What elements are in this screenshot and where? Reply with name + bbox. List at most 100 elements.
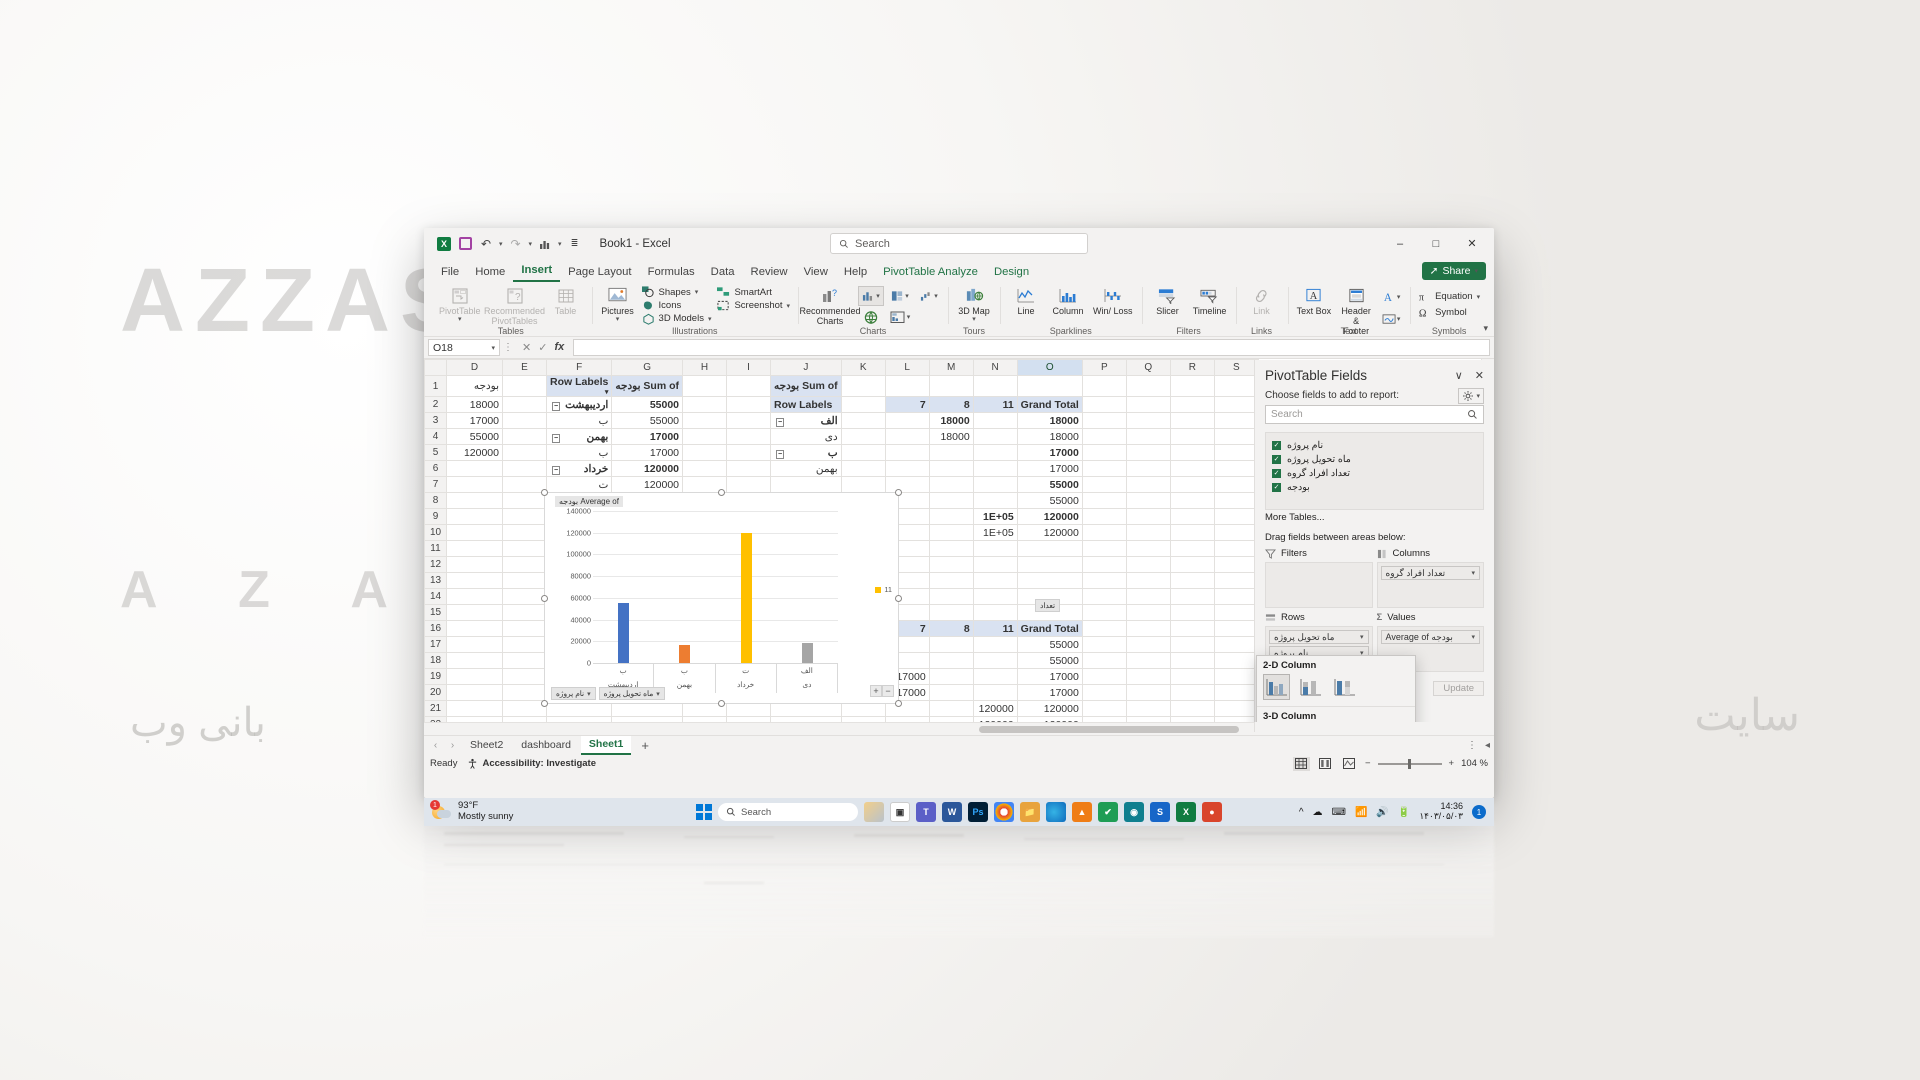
cell-G7[interactable]: 120000 [611,476,684,493]
row-header-5[interactable]: 5 [424,444,447,461]
resize-handle-w[interactable] [541,594,548,602]
cell-R6[interactable] [1169,460,1215,477]
cell-S20[interactable] [1213,684,1259,701]
taskbar-app-orange-icon[interactable]: ● [1202,802,1222,822]
pane-field-checkbox[interactable]: ✓ [1272,482,1281,492]
row-header-3[interactable]: 3 [424,412,447,429]
row-header-1[interactable]: 1 [424,375,447,397]
cell-R20[interactable] [1169,684,1215,701]
cell-R1[interactable] [1169,375,1215,397]
3d-models-button[interactable]: 3D Models ▾ [642,313,711,325]
slicer-button[interactable]: Slicer [1148,284,1188,316]
cell-D14[interactable] [446,588,503,605]
waterfall-chart-button[interactable]: ▾ [916,286,942,306]
cell-M2[interactable]: 8 [928,396,974,413]
cell-R7[interactable] [1169,476,1215,493]
cell-E20[interactable] [502,684,547,701]
cell-N15[interactable] [972,604,1018,621]
cell-L6[interactable] [884,460,930,477]
cell-P8[interactable] [1081,492,1127,509]
cell-I4[interactable] [726,428,772,445]
hierarchy-chart-button[interactable]: ▾ [887,286,913,306]
row-header-6[interactable]: 6 [424,460,447,477]
cell-P12[interactable] [1081,556,1127,573]
grid-select-all-corner[interactable] [424,359,447,376]
cell-E1[interactable] [502,375,547,397]
equation-button[interactable]: π Equation ▾ [1418,289,1480,304]
cell-H5[interactable] [682,444,728,461]
tab-data[interactable]: Data [703,264,743,282]
wordart-button[interactable]: A ▾ [1378,287,1404,307]
cell-N21[interactable]: 120000 [972,700,1018,717]
cell-N17[interactable] [972,636,1018,653]
start-button-icon[interactable] [696,804,712,820]
cell-R13[interactable] [1169,572,1215,589]
column-header-F[interactable]: F [545,359,613,376]
tray-keyboard-icon[interactable]: ⌨ [1332,807,1346,818]
taskbar-app-icon-1[interactable]: W [942,802,962,822]
area-columns[interactable]: Columns ▾ تعداد افراد گروه [1376,548,1484,611]
link-button[interactable]: Link [1242,284,1282,316]
cell-G6[interactable]: 120000 [611,460,684,477]
area-box-columns[interactable]: ▾ تعداد افراد گروه [1376,562,1484,608]
page-layout-view-button[interactable] [1317,757,1334,771]
cell-Q12[interactable] [1125,556,1171,573]
cell-M18[interactable] [928,652,974,669]
area-box-filters[interactable] [1265,562,1373,608]
sparkline-winloss-button[interactable]: Win/ Loss [1090,284,1136,316]
page-break-view-button[interactable] [1341,757,1358,771]
notification-badge[interactable]: 1 [1472,805,1486,819]
cell-S18[interactable] [1213,652,1259,669]
pane-field-row[interactable]: بودجه ✓ [1272,480,1477,494]
resize-handle-s[interactable] [718,700,725,707]
tray-volume-icon[interactable]: 🔊 [1376,807,1388,818]
cancel-formula-icon[interactable]: ✕ [522,341,531,354]
tab-home[interactable]: Home [467,264,513,282]
cell-O8[interactable]: 55000 [1016,492,1083,509]
taskbar-chrome-icon[interactable] [994,802,1014,822]
pane-close-icon[interactable]: ✕ [1475,369,1484,382]
close-button[interactable]: ✕ [1454,229,1490,259]
tab-file[interactable]: File [433,264,467,282]
tray-expand-icon[interactable]: ^ [1299,807,1304,818]
row-header-7[interactable]: 7 [424,476,447,493]
sheet-options-icon[interactable]: ⋮ [1467,740,1477,751]
column-header-S[interactable]: S [1213,359,1259,376]
cell-M4[interactable]: 18000 [928,428,974,445]
cell-E6[interactable] [502,460,547,477]
resize-handle-nw[interactable] [541,489,548,496]
save-icon[interactable] [457,236,473,252]
cell-D3[interactable]: 17000 [446,412,503,429]
taskbar-app-teal-icon[interactable]: ◉ [1124,802,1144,822]
cell-P15[interactable] [1081,604,1127,621]
chart-plus-button[interactable]: + [870,685,882,697]
cell-O7[interactable]: 55000 [1016,476,1083,493]
cell-R17[interactable] [1169,636,1215,653]
cell-R8[interactable] [1169,492,1215,509]
name-box[interactable]: O18 ▾ [428,339,500,356]
cell-N4[interactable] [972,428,1018,445]
cell-D20[interactable] [446,684,503,701]
cell-E17[interactable] [502,636,547,653]
cell-S6[interactable] [1213,460,1259,477]
symbol-button[interactable]: Ω Symbol [1418,305,1480,320]
cell-M12[interactable] [928,556,974,573]
pane-field-checkbox[interactable]: ✓ [1272,468,1281,478]
cell-P6[interactable] [1081,460,1127,477]
search-input[interactable]: Search [830,233,1088,254]
cell-R11[interactable] [1169,540,1215,557]
cell-D1[interactable]: بودجه [446,375,503,397]
pane-field-row[interactable]: ماه تحویل پروژه ✓ [1272,452,1477,466]
cell-Q6[interactable] [1125,460,1171,477]
cell-E4[interactable] [502,428,547,445]
cell-N5[interactable] [972,444,1018,461]
column-header-N[interactable]: N [972,359,1018,376]
cell-G3[interactable]: 55000 [611,412,684,429]
sheet-tab-sheet1[interactable]: Sheet1 [580,736,632,755]
shapes-button[interactable]: Shapes ▾ [641,286,712,298]
cell-K6[interactable] [840,460,886,477]
cell-Q19[interactable] [1125,668,1171,685]
cell-P21[interactable] [1081,700,1127,717]
cell-R14[interactable] [1169,588,1215,605]
cell-Q4[interactable] [1125,428,1171,445]
